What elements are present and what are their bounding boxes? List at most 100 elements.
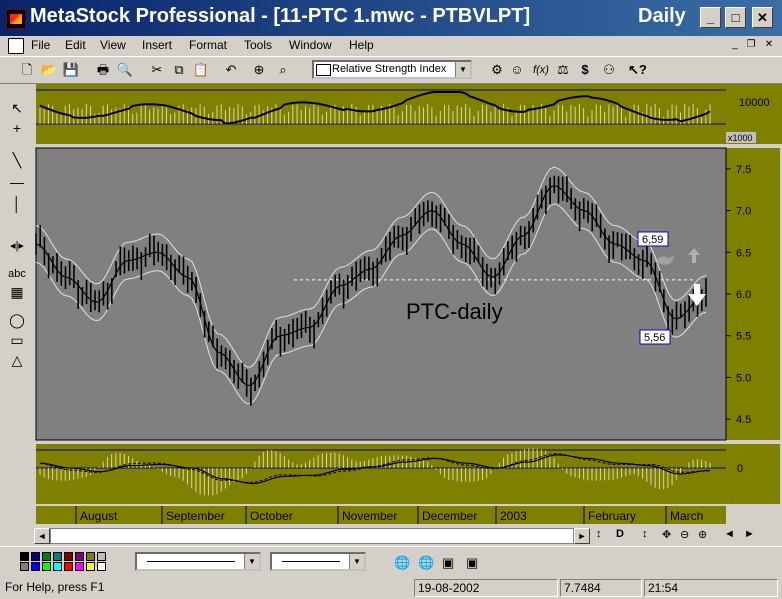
color-swatch[interactable] — [86, 562, 95, 571]
print-preview-icon[interactable]: 🔍 — [116, 61, 134, 79]
nav-scale-icon[interactable]: ↕ — [596, 528, 602, 540]
menu-help[interactable]: Help — [349, 38, 374, 52]
indicator-select-value: Relative Strength Index — [332, 63, 447, 75]
chevron-down-icon[interactable]: ▼ — [349, 554, 364, 569]
price-tick-label: 7.5 — [736, 164, 751, 176]
grid-tool-icon[interactable]: ▦ — [6, 282, 28, 302]
indicator-builder-icon[interactable]: ⚙ — [488, 61, 506, 79]
help-pointer-icon[interactable]: ↖? — [628, 61, 647, 79]
nav-left-icon[interactable]: ◄ — [724, 528, 735, 540]
chart-nav-buttons: ↕ D ↕ ✥ ⊖ ⊕ ◄ ► — [594, 528, 782, 544]
ellipse-tool-icon[interactable]: ◯ — [6, 310, 28, 330]
paste-icon[interactable]: 📋 — [192, 61, 210, 79]
document-icon[interactable] — [8, 38, 24, 54]
vertical-line-icon[interactable]: │ — [6, 194, 28, 214]
new-icon[interactable]: 🗋 — [18, 61, 36, 79]
web-refresh-icon[interactable]: 🌐 — [418, 555, 434, 571]
menu-format[interactable]: Format — [189, 38, 227, 52]
maximize-button[interactable]: □ — [725, 7, 746, 28]
volume-panel[interactable] — [36, 84, 780, 144]
chevron-down-icon[interactable]: ▼ — [455, 62, 470, 77]
scroll-left-button[interactable]: ◄ — [34, 528, 50, 544]
color-swatch[interactable] — [42, 552, 51, 561]
menu-window[interactable]: Window — [289, 38, 332, 52]
scroll-arrows-icon[interactable]: ◂|▸ — [6, 236, 28, 256]
crosshair-icon[interactable]: ⊕ — [250, 61, 268, 79]
text-tool-icon[interactable]: abc — [6, 264, 28, 284]
horizontal-scrollbar[interactable] — [50, 528, 574, 544]
triangle-tool-icon[interactable]: △ — [6, 350, 28, 370]
color-swatch[interactable] — [97, 562, 106, 571]
nav-right-icon[interactable]: ► — [744, 528, 755, 540]
menu-insert[interactable]: Insert — [142, 38, 172, 52]
chevron-down-icon[interactable]: ▼ — [244, 554, 259, 569]
zoom-icon[interactable]: ⌕ — [274, 61, 292, 79]
window-title: MetaStock Professional - [11-PTC 1.mwc -… — [30, 5, 531, 27]
menu-edit[interactable]: Edit — [65, 38, 86, 52]
zoom-in-icon[interactable]: ⊕ — [698, 528, 707, 541]
line-weight-select[interactable]: ▼ — [270, 552, 366, 571]
function-icon[interactable]: f(x) — [532, 61, 550, 79]
web-icon[interactable]: 🌐 — [394, 555, 410, 571]
price-tick-label: 6.5 — [736, 247, 751, 259]
binoculars-icon[interactable]: ⚇ — [600, 61, 618, 79]
color-swatch[interactable] — [31, 562, 40, 571]
mdi-restore-button[interactable]: ❐ — [744, 39, 758, 52]
menu-tools[interactable]: Tools — [244, 38, 272, 52]
line-style-select[interactable]: ▼ — [135, 552, 261, 571]
sheet-two-icon[interactable]: ▣ — [466, 555, 478, 571]
color-swatch[interactable] — [20, 552, 29, 561]
close-button[interactable]: ✕ — [752, 7, 773, 28]
color-swatch[interactable] — [64, 552, 73, 561]
expert-advisor-icon[interactable]: ☺ — [508, 61, 526, 79]
nav-move-icon[interactable]: ✥ — [662, 528, 671, 541]
system-tester-icon[interactable]: ⚖ — [554, 61, 572, 79]
rectangle-tool-icon[interactable]: ▭ — [6, 330, 28, 350]
scroll-right-button[interactable]: ► — [574, 528, 590, 544]
nav-periodicity-button[interactable]: D — [616, 528, 624, 540]
menu-view[interactable]: View — [100, 38, 126, 52]
x-axis-label: August — [80, 509, 118, 523]
color-swatch[interactable] — [97, 552, 106, 561]
color-swatch[interactable] — [75, 552, 84, 561]
color-swatch[interactable] — [64, 562, 73, 571]
explorer-icon[interactable]: $ — [576, 61, 594, 79]
app-icon[interactable] — [6, 9, 26, 29]
color-swatch[interactable] — [31, 552, 40, 561]
minimize-button[interactable]: _ — [700, 7, 721, 28]
period-label: Daily — [638, 5, 686, 27]
crosshair-tool-icon[interactable]: + — [6, 118, 28, 138]
zoom-out-icon[interactable]: ⊖ — [680, 528, 689, 541]
open-icon[interactable]: 📂 — [40, 61, 58, 79]
color-swatch[interactable] — [86, 552, 95, 561]
cut-icon[interactable]: ✂ — [148, 61, 166, 79]
indicator-select[interactable]: Relative Strength Index ▼ — [312, 60, 472, 79]
save-icon[interactable]: 💾 — [62, 61, 80, 79]
color-swatch[interactable] — [53, 552, 62, 561]
style-toolbar: ▼ ▼ 🌐 🌐 ▣ ▣ — [0, 546, 782, 577]
pointer-icon[interactable]: ↖ — [6, 98, 28, 118]
color-swatch[interactable] — [53, 562, 62, 571]
color-swatch[interactable] — [42, 562, 51, 571]
chart-window: 10000 x1000 7.5 7.0 6.5 6.0 5.5 5.0 4.5 PTC-da… — [34, 84, 782, 540]
color-swatch[interactable] — [20, 562, 29, 571]
oscillator-panel[interactable] — [36, 444, 780, 504]
menu-file[interactable]: File — [31, 38, 50, 52]
trendline-icon[interactable]: ╲ — [6, 150, 28, 170]
color-swatch[interactable] — [75, 562, 84, 571]
print-icon[interactable]: 🖶 — [94, 61, 112, 79]
price-tick-label: 6.0 — [736, 289, 751, 301]
horizontal-line-icon[interactable]: — — [6, 172, 28, 192]
price-panel[interactable] — [35, 147, 727, 441]
price-tick-label: 5.0 — [736, 372, 751, 384]
copy-icon[interactable]: ⧉ — [170, 61, 188, 79]
undo-icon[interactable]: ↶ — [222, 61, 240, 79]
sheet-one-icon[interactable]: ▣ — [442, 555, 454, 571]
high-price-label: 6,59 — [642, 234, 663, 246]
volume-multiplier: x1000 — [728, 133, 753, 143]
mdi-minimize-button[interactable]: _ — [728, 39, 742, 52]
status-bar: For Help, press F1 19-08-2002 7.7484 21:… — [0, 577, 782, 599]
x-axis-label: February — [588, 509, 636, 523]
nav-vertical-icon[interactable]: ↕ — [642, 528, 648, 540]
mdi-close-button[interactable]: ✕ — [762, 39, 776, 52]
